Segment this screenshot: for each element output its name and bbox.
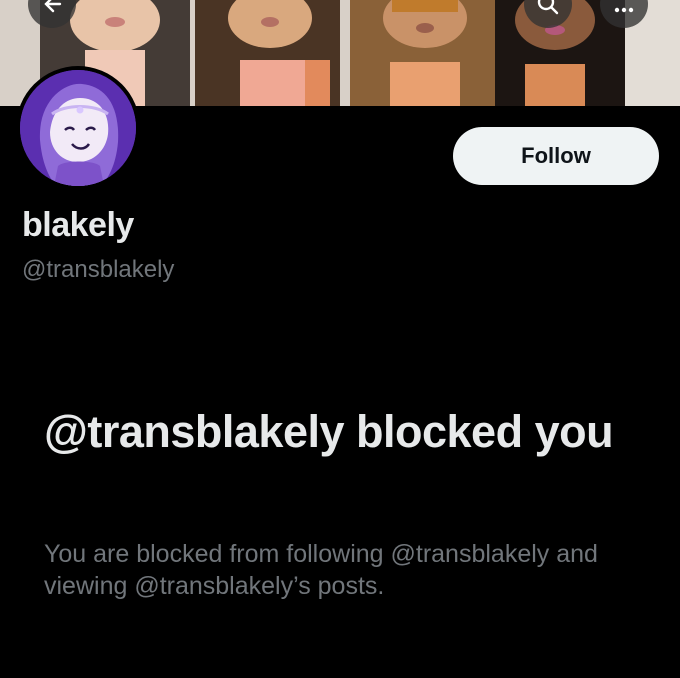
blocked-title: @transblakely blocked you <box>44 406 614 457</box>
avatar-image <box>20 70 136 186</box>
follow-button[interactable]: Follow <box>453 127 659 185</box>
blocked-description: You are blocked from following @transbla… <box>44 540 598 600</box>
search-icon <box>537 0 559 15</box>
profile-display-name: blakely <box>22 206 134 244</box>
profile-handle: @transblakely <box>22 256 175 283</box>
more-icon <box>614 7 634 13</box>
back-arrow-icon <box>44 0 62 13</box>
avatar[interactable] <box>16 66 140 190</box>
